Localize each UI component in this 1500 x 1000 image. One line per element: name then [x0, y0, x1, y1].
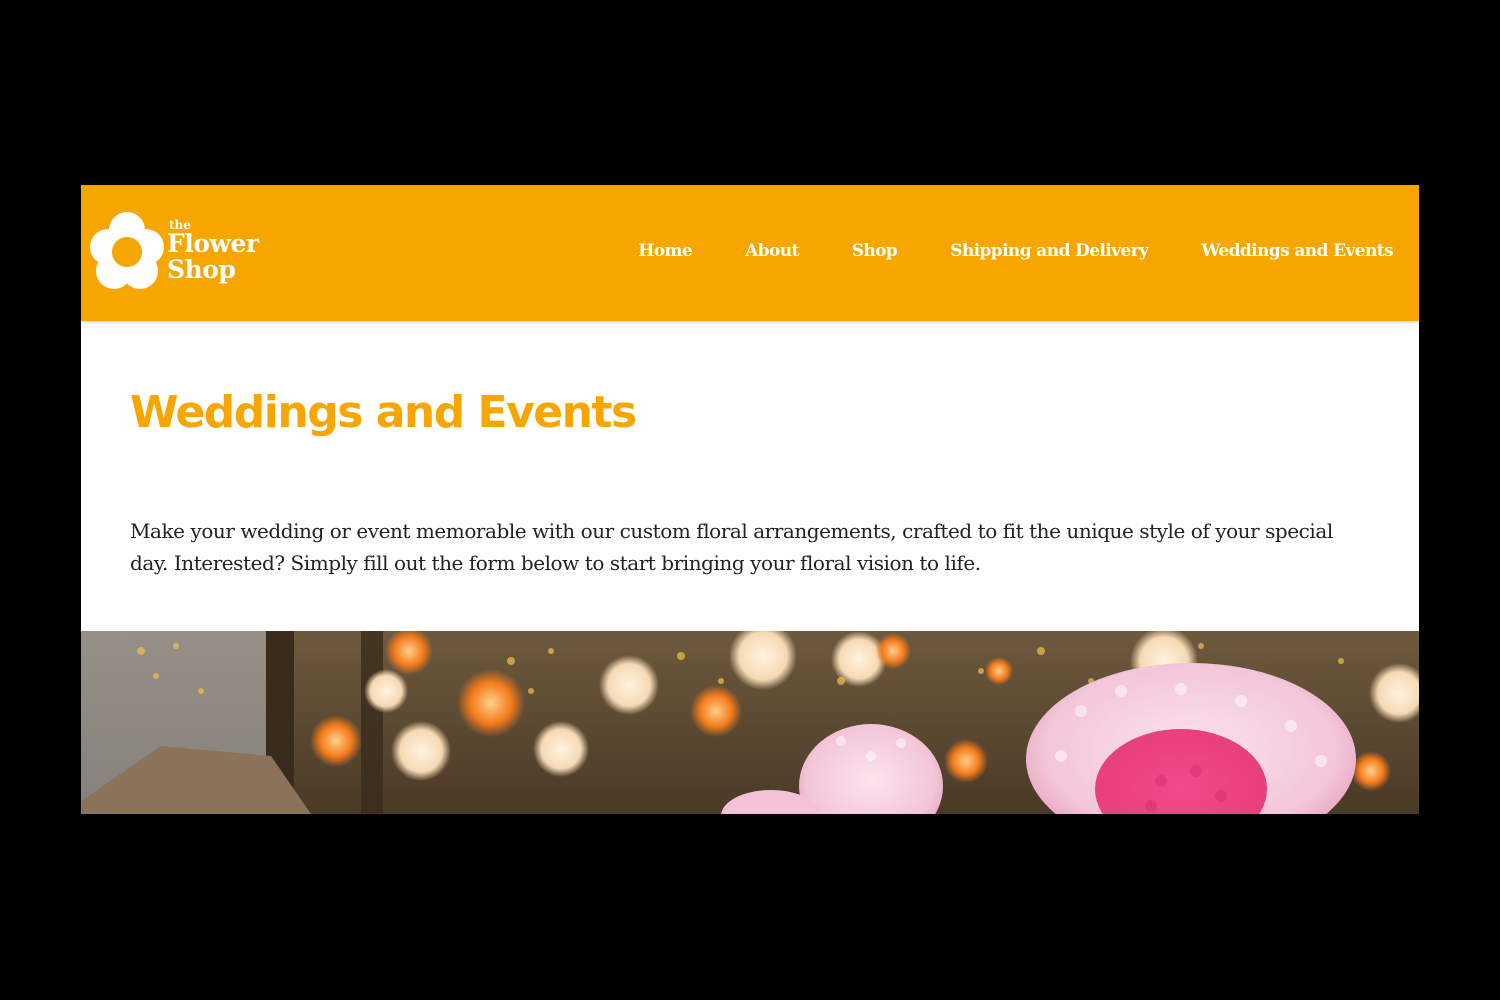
nav-home[interactable]: Home — [638, 241, 692, 261]
nav-about[interactable]: About — [745, 241, 799, 261]
browser-viewport: the Flower Shop Home About Shop Shipping… — [81, 185, 1419, 814]
logo-flower: Flower — [167, 229, 259, 258]
main-nav: Home About Shop Shipping and Delivery We… — [585, 241, 1393, 261]
logo-shop: Shop — [167, 255, 236, 284]
main-content: Weddings and Events Make your wedding or… — [81, 321, 1419, 631]
page-title: Weddings and Events — [130, 387, 637, 438]
nav-shop[interactable]: Shop — [852, 241, 898, 261]
intro-paragraph: Make your wedding or event memorable wit… — [130, 519, 1333, 575]
site-header: the Flower Shop Home About Shop Shipping… — [81, 185, 1419, 321]
flower-logo-icon — [90, 212, 164, 289]
logo-wordmark: the Flower Shop — [167, 219, 259, 282]
hydrangea-photo — [81, 631, 1419, 814]
nav-shipping-and-delivery[interactable]: Shipping and Delivery — [950, 241, 1149, 261]
site-logo[interactable]: the Flower Shop — [89, 211, 279, 293]
hero-image — [81, 631, 1419, 814]
nav-weddings-and-events[interactable]: Weddings and Events — [1201, 241, 1393, 261]
